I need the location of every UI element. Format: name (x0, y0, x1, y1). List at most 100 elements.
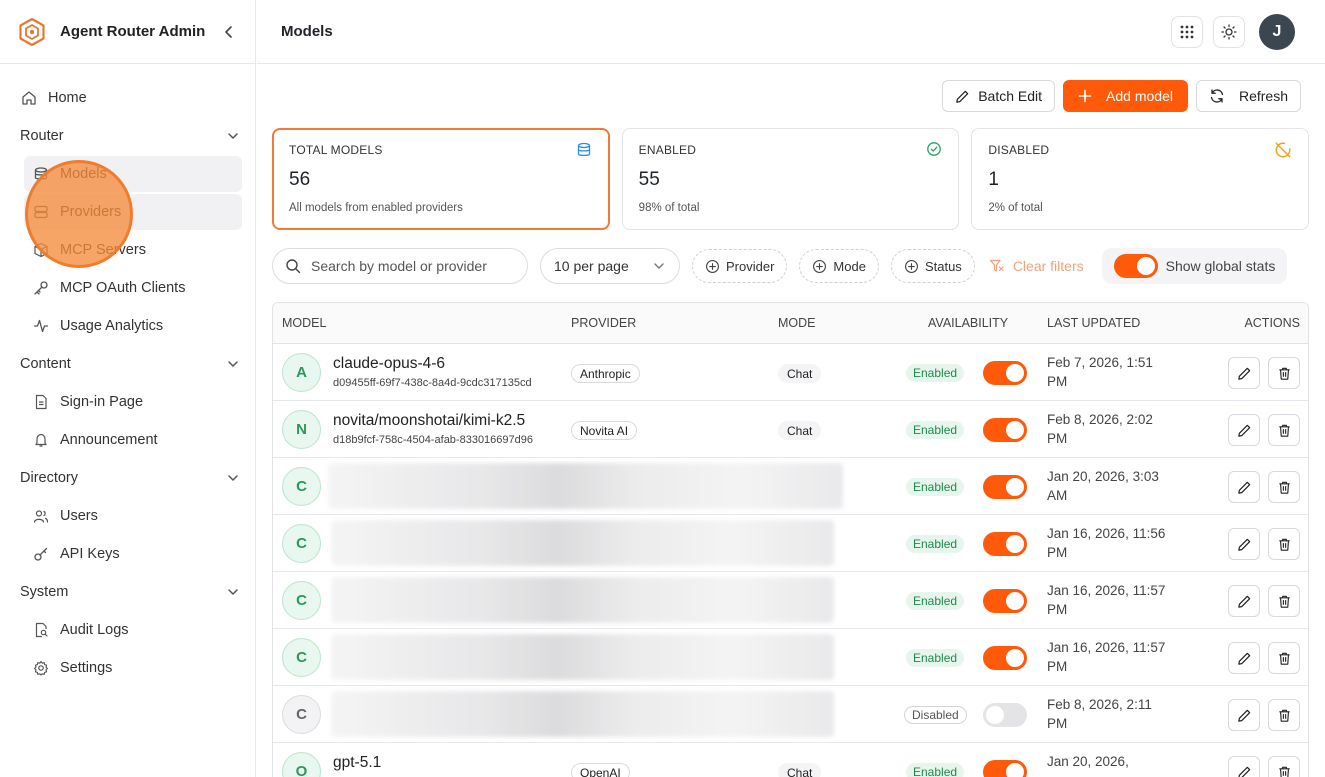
chevron-left-icon (225, 25, 232, 38)
refresh-icon (1209, 88, 1225, 104)
file-text-icon (32, 393, 50, 411)
sidebar-item-settings[interactable]: Settings (24, 650, 242, 686)
chevron-down-icon (654, 263, 664, 269)
delete-button[interactable] (1268, 585, 1300, 617)
sidebar-item-sign-in-page[interactable]: Sign-in Page (24, 384, 242, 420)
last-updated: Jan 20, 2026, 3:03 AM (1047, 469, 1159, 503)
column-header-last-updated[interactable]: LAST UPDATED (1047, 316, 1140, 330)
avatar[interactable]: J (1259, 13, 1295, 50)
check-circle-icon (926, 141, 942, 160)
availability-toggle[interactable] (983, 418, 1027, 442)
sidebar-item-mcp-servers[interactable]: MCP Servers (24, 232, 242, 268)
availability-toggle[interactable] (983, 532, 1027, 556)
model-name[interactable]: gpt-5.1 (333, 754, 381, 772)
sidebar-section-router[interactable]: Router (20, 118, 239, 154)
edit-button[interactable] (1228, 756, 1260, 777)
sidebar-item-api-keys[interactable]: API Keys (24, 536, 242, 572)
column-header-mode[interactable]: MODE (778, 316, 816, 330)
status-badge: Enabled (906, 421, 965, 439)
model-avatar: C (282, 695, 321, 734)
availability-toggle[interactable] (983, 475, 1027, 499)
chip-label: Provider (726, 258, 775, 274)
clear-filters-button[interactable]: Clear filters (989, 258, 1084, 274)
table-row[interactable]: C Enabled Jan 16, 2026, 11:57 PM (273, 629, 1308, 686)
per-page-select[interactable]: 10 per page (540, 248, 680, 284)
stat-card-disabled[interactable]: DISABLED 1 2% of total (971, 128, 1310, 230)
edit-button[interactable] (1228, 528, 1260, 560)
column-header-provider[interactable]: PROVIDER (571, 316, 636, 330)
availability-toggle[interactable] (983, 646, 1027, 670)
column-header-availability[interactable]: AVAILABILITY (928, 316, 1008, 330)
stat-label: TOTAL MODELS (289, 143, 383, 157)
collapse-sidebar-button[interactable] (219, 22, 239, 42)
mode-filter-button[interactable]: Mode (799, 249, 879, 283)
provider-filter-button[interactable]: Provider (692, 249, 788, 283)
brand: Agent Router Admin (0, 0, 255, 64)
table-row[interactable]: C Enabled Jan 16, 2026, 11:57 PM (273, 572, 1308, 629)
server-icon (32, 203, 50, 221)
theme-toggle-button[interactable] (1213, 15, 1245, 48)
sidebar-section-directory[interactable]: Directory (20, 460, 239, 496)
sidebar-item-models[interactable]: Models (24, 156, 242, 192)
sidebar-item-audit-logs[interactable]: Audit Logs (24, 612, 242, 648)
edit-button[interactable] (1228, 699, 1260, 731)
sidebar-item-label: Settings (60, 660, 113, 676)
model-name[interactable]: claude-opus-4-6 (333, 355, 445, 373)
availability-toggle[interactable] (983, 760, 1027, 777)
button-label: Batch Edit (978, 88, 1043, 104)
key-icon (32, 279, 50, 297)
refresh-button[interactable]: Refresh (1195, 80, 1301, 112)
delete-button[interactable] (1268, 642, 1300, 674)
table-row[interactable]: C Enabled Jan 20, 2026, 3:03 AM (273, 458, 1308, 515)
delete-button[interactable] (1268, 414, 1300, 446)
edit-button[interactable] (1228, 414, 1260, 446)
status-badge: Enabled (906, 649, 965, 667)
table-row[interactable]: C Disabled Feb 8, 2026, 2:11 PM (273, 686, 1308, 743)
sidebar-section-content[interactable]: Content (20, 346, 239, 382)
edit-button[interactable] (1228, 357, 1260, 389)
redacted-content (331, 520, 834, 566)
delete-button[interactable] (1268, 756, 1300, 777)
table-row[interactable]: N novita/moonshotai/kimi-k2.5 d18b9fcf-7… (273, 401, 1308, 458)
apps-button[interactable] (1171, 15, 1203, 48)
availability-toggle[interactable] (983, 589, 1027, 613)
trash-icon (1278, 424, 1290, 437)
table-row[interactable]: C Enabled Jan 16, 2026, 11:56 PM (273, 515, 1308, 572)
pencil-icon (955, 89, 970, 104)
delete-button[interactable] (1268, 357, 1300, 389)
sidebar-item-providers[interactable]: Providers (24, 194, 242, 230)
sidebar-item-usage-analytics[interactable]: Usage Analytics (24, 308, 242, 344)
sidebar-section-system[interactable]: System (20, 574, 239, 610)
status-badge: Disabled (904, 706, 967, 724)
sidebar-item-mcp-oauth-clients[interactable]: MCP OAuth Clients (24, 270, 242, 306)
availability-toggle[interactable] (983, 361, 1027, 385)
status-filter-button[interactable]: Status (890, 249, 975, 283)
table-row[interactable]: A claude-opus-4-6 d09455ff-69f7-438c-8a4… (273, 344, 1308, 401)
status-badge: Enabled (906, 535, 965, 553)
sidebar-item-users[interactable]: Users (24, 498, 242, 534)
model-name[interactable]: novita/moonshotai/kimi-k2.5 (333, 412, 525, 430)
delete-button[interactable] (1268, 471, 1300, 503)
stat-card-total[interactable]: TOTAL MODELS 56 All models from enabled … (272, 128, 610, 230)
status-badge: Enabled (906, 364, 965, 382)
edit-button[interactable] (1228, 471, 1260, 503)
delete-button[interactable] (1268, 699, 1300, 731)
add-model-button[interactable]: Add model (1063, 80, 1188, 112)
column-header-model[interactable]: MODEL (282, 316, 326, 330)
status-badge: Enabled (906, 478, 965, 496)
sidebar-item-announcement[interactable]: Announcement (24, 422, 242, 458)
stat-card-enabled[interactable]: ENABLED 55 98% of total (621, 128, 960, 230)
edit-button[interactable] (1228, 642, 1260, 674)
global-stats-toggle[interactable] (1113, 254, 1158, 278)
pencil-icon (1237, 538, 1250, 551)
pencil-icon (1237, 367, 1250, 380)
availability-toggle[interactable] (983, 703, 1027, 727)
toolbar: Batch Edit Add model Refresh (942, 80, 1301, 112)
delete-button[interactable] (1268, 528, 1300, 560)
sidebar-item-home[interactable]: Home (12, 80, 243, 116)
file-search-icon (32, 621, 50, 639)
search-input[interactable]: Search by model or provider (272, 248, 528, 284)
batch-edit-button[interactable]: Batch Edit (942, 80, 1056, 112)
table-row[interactable]: O gpt-5.1 OpenAI Chat Enabled Jan 20, 20… (273, 743, 1308, 777)
edit-button[interactable] (1228, 585, 1260, 617)
